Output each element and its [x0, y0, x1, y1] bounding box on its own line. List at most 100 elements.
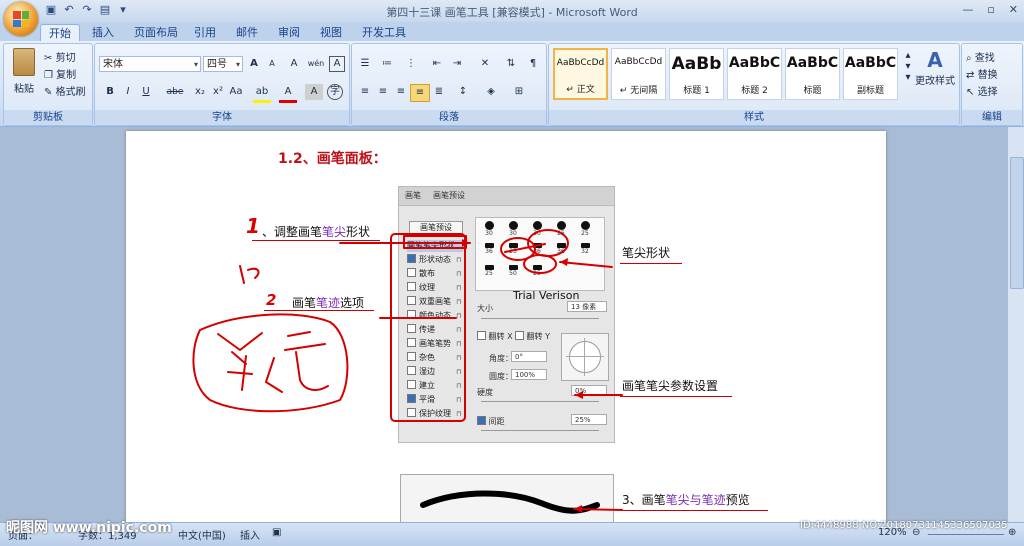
- char-shading-button[interactable]: A: [305, 84, 323, 100]
- binoculars-icon: ⌕: [966, 53, 972, 64]
- handwritten-number-2: 2: [266, 291, 277, 309]
- font-face-select[interactable]: 宋体 ▾: [99, 56, 201, 72]
- brush-tip: 32: [574, 242, 596, 259]
- sort-icon[interactable]: ⇅: [502, 56, 520, 72]
- subscript-button[interactable]: x₂: [191, 84, 209, 100]
- editing-label: 编辑: [962, 110, 1022, 125]
- flip-x-label: 翻转 X: [488, 332, 513, 341]
- zoom-slider[interactable]: [928, 534, 1004, 535]
- hardness-value: 0%: [571, 385, 607, 396]
- cut-button[interactable]: ✂ 剪切: [44, 49, 76, 64]
- bold-button[interactable]: B: [101, 84, 119, 100]
- checkbox-icon: [407, 254, 416, 263]
- language-indicator[interactable]: 中文(中国): [178, 527, 226, 542]
- chevron-down-icon: ▾: [235, 60, 240, 69]
- style-subtitle[interactable]: AaBbC 副标题: [843, 48, 898, 100]
- grow-font-button[interactable]: A: [245, 56, 263, 72]
- maximize-icon[interactable]: ▫: [987, 3, 994, 16]
- vertical-scrollbar[interactable]: [1007, 127, 1024, 522]
- find-label: 查找: [974, 53, 995, 64]
- underline-button[interactable]: U: [137, 84, 155, 100]
- shading-icon[interactable]: ◈: [482, 84, 500, 100]
- replace-button[interactable]: ⇄ 替换: [966, 66, 998, 81]
- bullets-icon[interactable]: ☰: [356, 56, 374, 72]
- highlight-button[interactable]: ab: [253, 84, 271, 103]
- office-button[interactable]: [4, 2, 38, 36]
- chinese-layout-icon[interactable]: ✕: [476, 56, 494, 72]
- brush-tip-size: 25: [581, 230, 589, 237]
- brush-tip: 25: [574, 220, 596, 237]
- watermark-left: 昵图网 www.nipic.com: [6, 520, 172, 536]
- change-case-button[interactable]: Aa: [227, 84, 245, 100]
- brush-option-label: 颜色动态: [419, 311, 451, 320]
- format-painter-label: 格式刷: [55, 87, 86, 98]
- scroll-thumb[interactable]: [1010, 157, 1024, 289]
- format-painter-button[interactable]: ✎ 格式刷: [44, 83, 86, 98]
- tab-review[interactable]: 审阅: [270, 24, 308, 41]
- find-button[interactable]: ⌕ 查找: [966, 49, 995, 64]
- borders-icon[interactable]: ⊞: [510, 84, 528, 100]
- strikethrough-button[interactable]: abe: [163, 84, 187, 100]
- superscript-button[interactable]: x²: [209, 84, 227, 100]
- lock-icon: ⊓: [456, 312, 462, 320]
- char-border-button[interactable]: A: [329, 56, 345, 72]
- minimize-icon[interactable]: —: [962, 3, 973, 16]
- align-right-icon[interactable]: ≡: [392, 84, 410, 100]
- phonetic-guide-button[interactable]: wén: [307, 56, 325, 72]
- annotation-highlight: 笔尖: [322, 225, 347, 239]
- cursor-icon: ↖: [966, 87, 975, 98]
- copy-button[interactable]: ❐ 复制: [44, 66, 76, 81]
- font-color-button[interactable]: A: [279, 84, 297, 103]
- macro-icon[interactable]: ▣: [272, 527, 281, 538]
- tab-home[interactable]: 开始: [40, 24, 80, 42]
- style-title[interactable]: AaBbC 标题: [785, 48, 840, 100]
- brush-tip-size: 25: [485, 270, 493, 277]
- tab-mailings[interactable]: 邮件: [228, 24, 266, 41]
- style-heading-1[interactable]: AaBb 标题 1: [669, 48, 724, 100]
- annotation-tip-params: 画笔笔尖参数设置: [622, 379, 719, 393]
- insert-mode[interactable]: 插入: [240, 527, 260, 542]
- tab-view[interactable]: 视图: [312, 24, 350, 41]
- style-sample: AaBbC: [844, 55, 897, 71]
- shrink-font-button[interactable]: A: [263, 56, 281, 72]
- style-name: 标题 1: [683, 86, 710, 96]
- paste-button[interactable]: 粘贴: [10, 48, 38, 95]
- numbering-icon[interactable]: ≔: [378, 56, 396, 72]
- decrease-indent-icon[interactable]: ⇤: [428, 56, 446, 72]
- style-name: ↵ 无间隔: [619, 86, 658, 96]
- style-heading-2[interactable]: AaBbC 标题 2: [727, 48, 782, 100]
- style-no-spacing[interactable]: AaBbCcDd ↵ 无间隔: [611, 48, 666, 100]
- italic-button[interactable]: I: [119, 84, 137, 100]
- brush-tip-icon: [556, 221, 566, 230]
- checkbox-icon: [407, 324, 416, 333]
- tab-page-layout[interactable]: 页面布局: [126, 24, 186, 41]
- checkbox-icon: [407, 352, 416, 361]
- brush-option-row: 散布 ⊓: [407, 268, 461, 280]
- align-center-icon[interactable]: ≡: [374, 84, 392, 100]
- styles-scroll-icon[interactable]: ▴ ▾ ▾: [903, 50, 913, 83]
- justify-icon[interactable]: ≡: [410, 84, 430, 102]
- style-normal[interactable]: AaBbCcDd ↵ 正文: [553, 48, 608, 100]
- show-marks-icon[interactable]: ¶: [524, 56, 542, 72]
- multilevel-list-icon[interactable]: ⋮: [402, 56, 420, 72]
- tab-developer[interactable]: 开发工具: [354, 24, 414, 41]
- lock-icon: ⊓: [456, 256, 462, 264]
- checkbox-icon: [407, 282, 416, 291]
- close-icon[interactable]: ✕: [1009, 3, 1018, 16]
- brush-tip: 30: [502, 220, 524, 237]
- tab-references[interactable]: 引用: [186, 24, 224, 41]
- change-styles-button[interactable]: A 更改样式: [913, 48, 957, 87]
- line-spacing-icon[interactable]: ↕: [454, 84, 472, 100]
- zoom-in-icon[interactable]: ⊕: [1008, 527, 1016, 538]
- trial-text: Trial Verison: [513, 289, 580, 302]
- enclose-char-button[interactable]: 字: [327, 84, 343, 100]
- distribute-icon[interactable]: ≣: [430, 84, 448, 100]
- tab-insert[interactable]: 插入: [84, 24, 122, 41]
- align-left-icon[interactable]: ≡: [356, 84, 374, 100]
- chevron-down-icon: ▾: [193, 60, 198, 69]
- annotation-adjust-tip: 、调整画笔笔尖形状: [262, 223, 370, 240]
- increase-indent-icon[interactable]: ⇥: [448, 56, 466, 72]
- font-size-select[interactable]: 四号 ▾: [203, 56, 243, 72]
- clear-format-button[interactable]: A: [285, 56, 303, 72]
- select-button[interactable]: ↖ 选择: [966, 83, 998, 98]
